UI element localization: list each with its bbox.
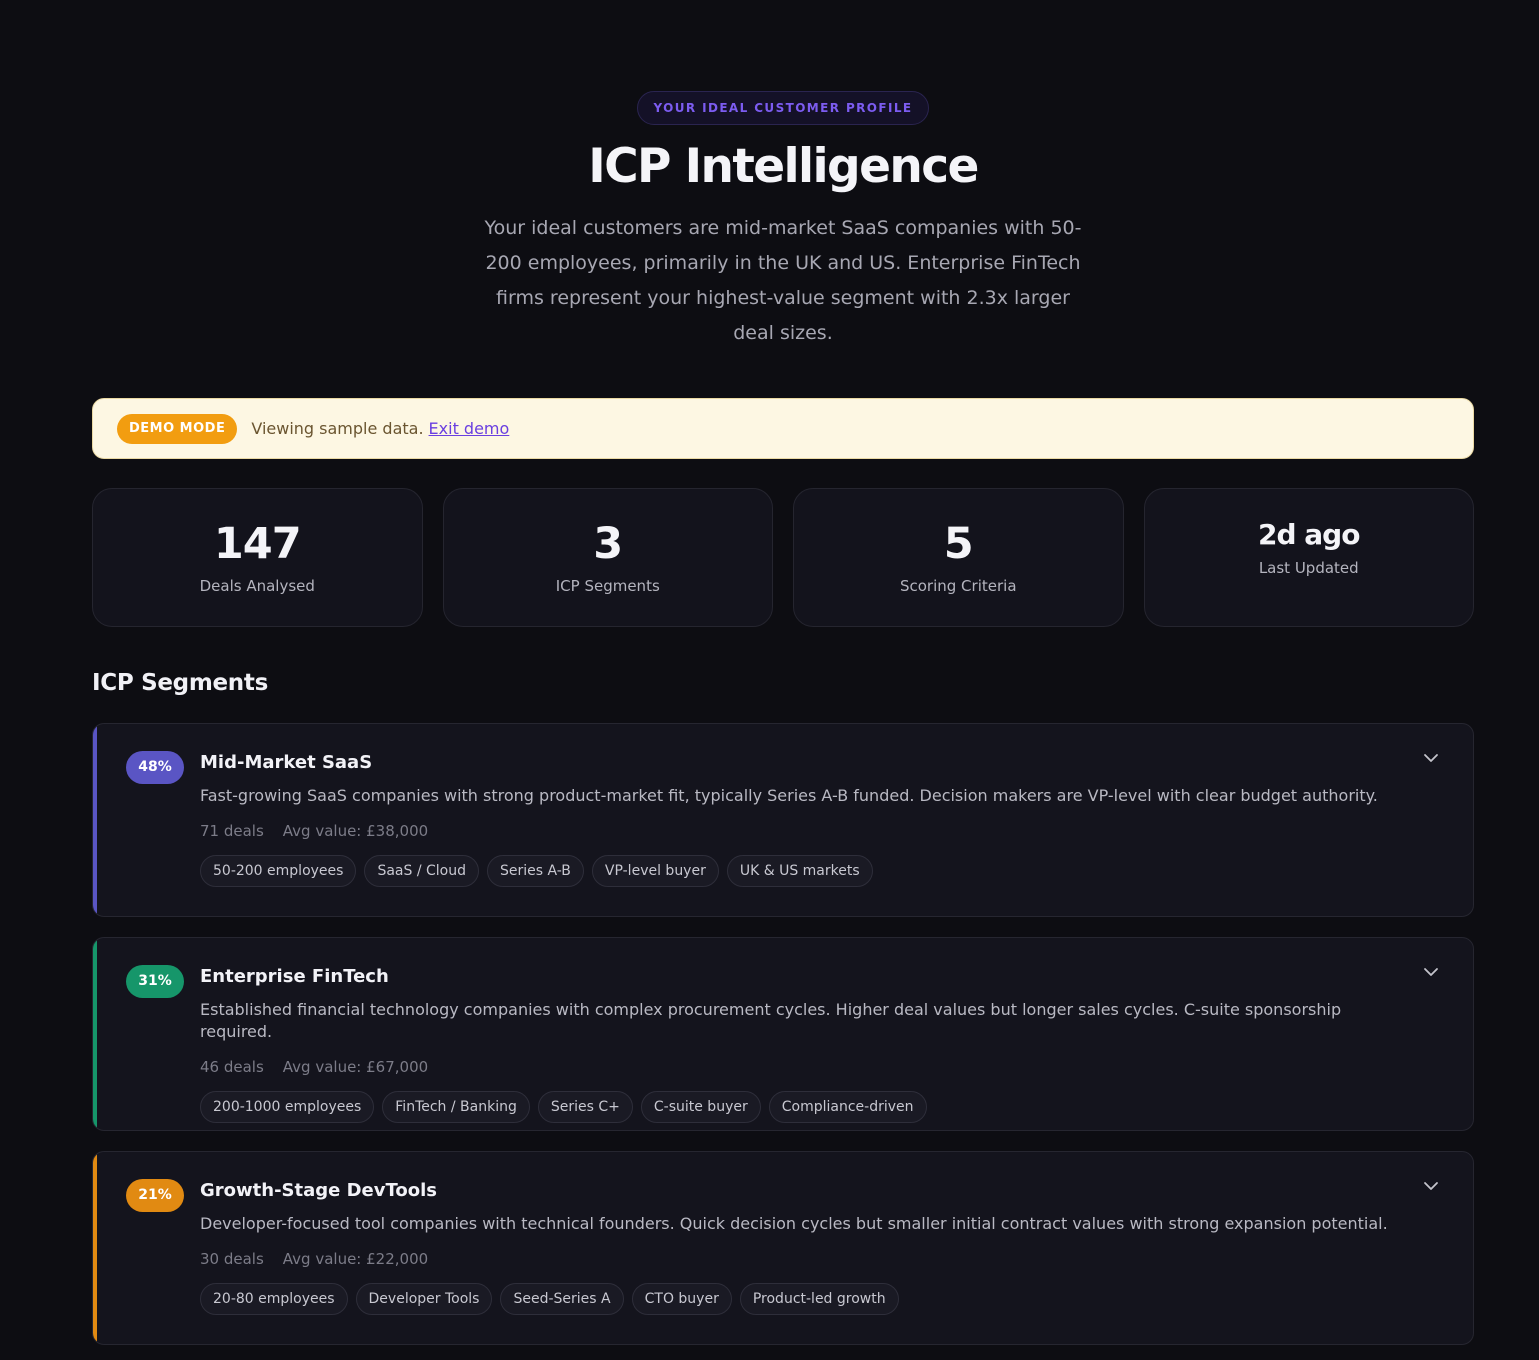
segment-tag: SaaS / Cloud: [364, 855, 479, 887]
segment-tag: Compliance-driven: [768, 1091, 927, 1123]
stat-value: 3: [593, 519, 623, 569]
segment-tags: 50-200 employees SaaS / Cloud Series A-B…: [200, 855, 1393, 887]
segment-card[interactable]: 21% Growth-Stage DevTools Developer-focu…: [92, 1151, 1474, 1345]
segment-title: Enterprise FinTech: [200, 966, 389, 987]
segment-tags: 20-80 employees Developer Tools Seed-Ser…: [200, 1283, 1393, 1315]
segment-percent-badge: 21%: [126, 1179, 184, 1212]
eyebrow-badge: YOUR IDEAL CUSTOMER PROFILE: [637, 91, 929, 125]
segment-deal-count: 71 deals: [200, 822, 264, 840]
segment-tag: CTO buyer: [631, 1283, 732, 1315]
segment-tag: VP-level buyer: [591, 855, 719, 887]
hero-description: Your ideal customers are mid-market SaaS…: [484, 217, 1082, 344]
segment-tag: Developer Tools: [355, 1283, 493, 1315]
segment-tag: Seed-Series A: [500, 1283, 624, 1315]
chevron-down-icon[interactable]: [1421, 1176, 1441, 1196]
segment-avg-value: Avg value: £38,000: [282, 822, 429, 840]
stat-value: 5: [943, 519, 974, 569]
segment-tag: Product-led growth: [739, 1283, 899, 1315]
segment-percent-badge: 48%: [126, 751, 184, 784]
chevron-down-icon[interactable]: [1421, 962, 1441, 982]
demo-mode-badge: DEMO MODE: [117, 413, 238, 444]
stat-value: 2d ago: [1258, 518, 1360, 551]
segment-card[interactable]: 48% Mid-Market SaaS Fast-growing SaaS co…: [92, 723, 1474, 917]
stat-label: Scoring Criteria: [899, 577, 1017, 595]
section-title: ICP Segments: [92, 670, 268, 696]
segment-title: Growth-Stage DevTools: [200, 1180, 437, 1201]
segment-title: Mid-Market SaaS: [200, 752, 373, 773]
chevron-down-icon[interactable]: [1421, 748, 1441, 768]
segment-tag: UK & US markets: [726, 855, 873, 887]
stat-label: ICP Segments: [555, 577, 660, 595]
exit-demo-link[interactable]: Exit demo: [429, 419, 510, 438]
segment-tag: Series C+: [537, 1091, 633, 1123]
stat-value: 147: [213, 519, 302, 569]
demo-banner: DEMO MODE Viewing sample data. Exit demo: [92, 398, 1474, 459]
segment-tag: 20-80 employees: [200, 1283, 348, 1315]
page: YOUR IDEAL CUSTOMER PROFILE ICP Intellig…: [92, 0, 1474, 1345]
stat-card-criteria: 5 Scoring Criteria: [793, 488, 1124, 627]
stats-row: 147 Deals Analysed 3 ICP Segments 5 Scor…: [92, 488, 1474, 627]
page-title: ICP Intelligence: [588, 139, 979, 194]
segment-deal-count: 30 deals: [200, 1250, 264, 1268]
segment-accent-bar: [93, 724, 97, 916]
segment-tags: 200-1000 employees FinTech / Banking Ser…: [200, 1091, 1393, 1123]
segment-tag: Series A-B: [486, 855, 584, 887]
stat-card-segments: 3 ICP Segments: [442, 488, 773, 627]
segments-list: 48% Mid-Market SaaS Fast-growing SaaS co…: [92, 723, 1474, 1360]
segment-tag: 200-1000 employees: [200, 1091, 375, 1123]
segment-card[interactable]: 31% Enterprise FinTech Established finan…: [92, 937, 1474, 1131]
segment-avg-value: Avg value: £67,000: [282, 1058, 429, 1076]
segment-description: Fast-growing SaaS companies with strong …: [200, 786, 1378, 805]
stat-card-deals: 147 Deals Analysed: [92, 488, 423, 627]
segment-tag: C-suite buyer: [640, 1091, 761, 1123]
segment-percent-badge: 31%: [126, 965, 184, 998]
segment-tag: 50-200 employees: [200, 855, 357, 887]
segment-accent-bar: [93, 1152, 97, 1344]
segment-description: Established financial technology compani…: [200, 1000, 1342, 1041]
segment-description: Developer-focused tool companies with te…: [200, 1214, 1388, 1233]
segment-tag: FinTech / Banking: [382, 1091, 530, 1123]
stat-label: Last Updated: [1258, 559, 1359, 577]
demo-text: Viewing sample data.: [251, 419, 424, 438]
segment-accent-bar: [93, 938, 97, 1130]
stat-label: Deals Analysed: [199, 577, 315, 595]
segment-deal-count: 46 deals: [200, 1058, 264, 1076]
segment-avg-value: Avg value: £22,000: [282, 1250, 429, 1268]
stat-card-updated: 2d ago Last Updated: [1143, 488, 1474, 627]
hero: YOUR IDEAL CUSTOMER PROFILE ICP Intellig…: [92, 0, 1474, 351]
